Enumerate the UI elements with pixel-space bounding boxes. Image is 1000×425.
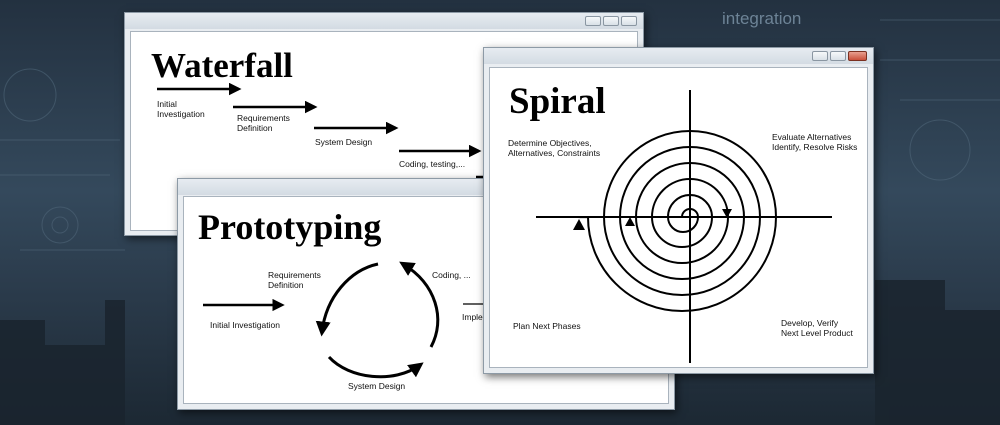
waterfall-step-2: Requirements Definition bbox=[237, 113, 290, 133]
title-bar[interactable] bbox=[484, 48, 873, 64]
waterfall-step-3: System Design bbox=[315, 137, 373, 147]
spiral-arrowhead-2 bbox=[625, 217, 635, 226]
quadrant-top-right: Evaluate Alternatives Identify, Resolve … bbox=[772, 132, 858, 152]
spiral-content: Spiral Determine Objectives, Alternative… bbox=[489, 67, 868, 368]
cycle-arc-bottom bbox=[327, 355, 424, 379]
quadrant-top-left: Determine Objectives, Alternatives, Cons… bbox=[508, 138, 601, 158]
close-button[interactable] bbox=[621, 16, 637, 26]
quadrant-bottom-left: Plan Next Phases bbox=[513, 321, 581, 331]
maximize-button[interactable] bbox=[830, 51, 846, 61]
label-system-design: System Design bbox=[348, 381, 406, 391]
waterfall-title: Waterfall bbox=[151, 46, 293, 85]
watermark-text: integration bbox=[722, 9, 801, 28]
waterfall-step-1: Initial Investigation bbox=[157, 99, 205, 119]
cycle-arc-top-left bbox=[315, 262, 379, 337]
spiral-arrowhead-3 bbox=[573, 219, 585, 230]
minimize-button[interactable] bbox=[585, 16, 601, 26]
close-button[interactable] bbox=[848, 51, 867, 61]
label-initial-investigation: Initial Investigation bbox=[210, 320, 280, 330]
spiral-title: Spiral bbox=[509, 81, 606, 122]
minimize-button[interactable] bbox=[812, 51, 828, 61]
label-requirements: Requirements Definition bbox=[268, 270, 321, 290]
quadrant-bottom-right: Develop, Verify Next Level Product bbox=[781, 318, 853, 338]
label-coding: Coding, ... bbox=[432, 270, 471, 280]
maximize-button[interactable] bbox=[603, 16, 619, 26]
spiral-curve bbox=[577, 130, 778, 312]
title-bar[interactable] bbox=[125, 13, 643, 29]
prototyping-title: Prototyping bbox=[198, 207, 382, 247]
spiral-window: Spiral Determine Objectives, Alternative… bbox=[483, 47, 874, 374]
waterfall-step-4: Coding, testing,... bbox=[399, 159, 466, 169]
